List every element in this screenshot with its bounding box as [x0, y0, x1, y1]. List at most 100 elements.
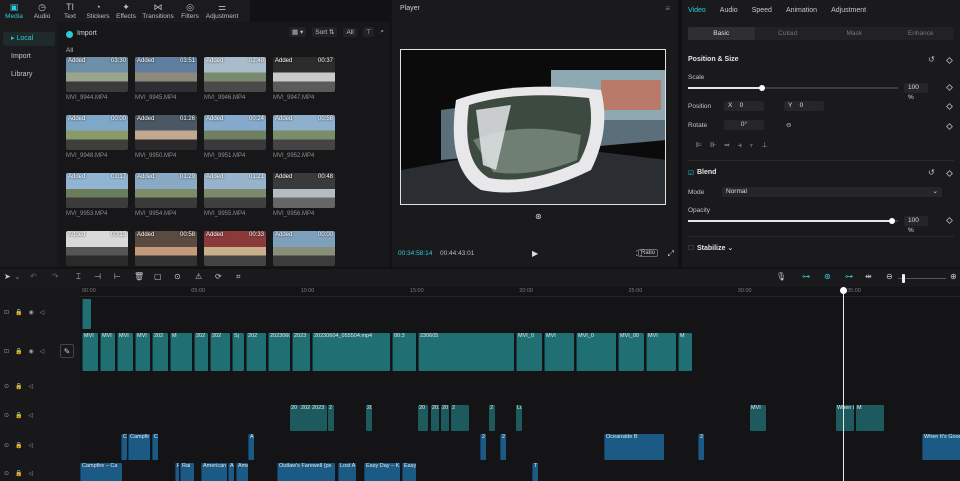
keyframe-icon[interactable]	[945, 56, 954, 65]
zoom-slider[interactable]	[898, 278, 946, 279]
filter-icon[interactable]: ⊤	[362, 27, 375, 37]
audio-clip[interactable]: Campfir	[128, 434, 150, 460]
play-button[interactable]: ▶	[532, 249, 538, 258]
keyframe-icon[interactable]	[945, 169, 954, 178]
lock-icon[interactable]: 🔒	[15, 470, 22, 477]
nav-library[interactable]: Library	[3, 68, 55, 82]
subtab-basic[interactable]: Basic	[688, 27, 755, 40]
zoom-slider-knob[interactable]	[902, 274, 905, 283]
media-thumbnail[interactable]: Added 01:26	[135, 115, 197, 150]
video-clip[interactable]: MVI	[135, 333, 150, 371]
text-clip[interactable]: 2023	[431, 405, 439, 431]
video-clip[interactable]: MVI	[544, 333, 574, 371]
video-clip[interactable]: 20230604_055504.mp4	[312, 333, 390, 371]
media-thumbnail[interactable]: Added 01:29	[135, 173, 197, 208]
import-button[interactable]: Import	[66, 27, 97, 41]
freeze-icon[interactable]: ▢	[154, 272, 162, 281]
media-thumbnail[interactable]: Added 01:21	[204, 173, 266, 208]
lock-icon[interactable]: 🔒	[15, 309, 22, 316]
audio-clip[interactable]: Ame	[236, 463, 248, 481]
cover-button[interactable]: ✎	[60, 344, 74, 358]
link-icon[interactable]: ⊶	[845, 272, 853, 281]
lock-icon[interactable]: 🔒	[15, 442, 22, 449]
video-clip[interactable]: MVI	[82, 333, 98, 371]
search-icon[interactable]: ⌕	[380, 28, 384, 36]
preview-axis-icon[interactable]: ⇹	[865, 272, 872, 281]
lock-icon[interactable]: 🔒	[15, 383, 22, 390]
text-clip[interactable]: 2	[489, 405, 495, 431]
keyframe-icon[interactable]	[945, 122, 954, 131]
zoom-in-icon[interactable]: ⊕	[950, 272, 957, 281]
media-thumbnail[interactable]: Added 00:56	[273, 115, 335, 150]
keyframe-icon[interactable]	[945, 83, 954, 92]
lock-icon[interactable]: 🔒	[15, 412, 22, 419]
audio-clip[interactable]: A	[248, 434, 254, 460]
subtab-mask[interactable]: Mask	[821, 27, 888, 40]
split-left-icon[interactable]: ⊣	[94, 272, 101, 281]
keyframe-icon[interactable]	[945, 216, 954, 225]
eye-icon[interactable]: ◉	[29, 348, 34, 355]
filter-all-button[interactable]: All	[343, 27, 357, 37]
blend-mode-select[interactable]: Normal ⌄	[722, 187, 942, 197]
opacity-input[interactable]: 100 %	[904, 216, 928, 234]
playhead[interactable]	[843, 287, 844, 481]
media-thumbnail[interactable]: Added 00:24	[204, 115, 266, 150]
playhead-handle[interactable]	[840, 287, 847, 294]
overlay-clip[interactable]	[82, 299, 91, 329]
tab-adjustment-props[interactable]: Adjustment	[831, 7, 866, 14]
audio-clip[interactable]: 2	[698, 434, 704, 460]
text-clip[interactable]: Lullab	[516, 405, 522, 431]
tab-speed[interactable]: Speed	[752, 7, 772, 14]
audio-clip[interactable]: Rai	[180, 463, 194, 481]
chevron-down-icon[interactable]: ⌄	[14, 272, 21, 281]
media-thumbnail[interactable]: Added 00:33	[204, 231, 266, 266]
scale-slider-knob[interactable]	[758, 85, 765, 91]
audio-icon[interactable]: ◁	[40, 348, 45, 355]
video-clip[interactable]: 202	[210, 333, 230, 371]
text-clip[interactable]: 20	[418, 405, 428, 431]
subtab-cutout[interactable]: Cutout	[755, 27, 822, 40]
media-thumbnail[interactable]: Added 00:00	[273, 231, 335, 266]
audio-clip[interactable]: Outlaw's Farewell (ps	[277, 463, 335, 481]
video-clip[interactable]: MVI	[646, 333, 676, 371]
main-track-magnet-icon[interactable]: ⊶	[802, 272, 810, 281]
audio-clip[interactable]: Campfire – Ca	[80, 463, 122, 481]
video-clip[interactable]: 230605	[418, 333, 514, 371]
split-icon[interactable]: ⌶	[76, 272, 81, 282]
rotate-handle-icon[interactable]: ⊛	[535, 212, 542, 221]
video-clip[interactable]: M	[170, 333, 192, 371]
rotate-dial-icon[interactable]: ⊖	[786, 121, 791, 129]
video-clip[interactable]: 20230603_194832_1.mp4	[268, 333, 290, 371]
media-thumbnail[interactable]: Added 00:58	[135, 231, 197, 266]
tab-video[interactable]: Video	[688, 7, 706, 14]
rotate-icon[interactable]: ⟳	[215, 272, 222, 281]
reset-icon[interactable]: ↺	[928, 168, 935, 177]
tab-filters[interactable]: ◎ Filters	[176, 0, 204, 22]
audio-clip[interactable]: C	[121, 434, 127, 460]
audio-icon[interactable]: ◁	[29, 470, 34, 477]
audio-clip[interactable]: American	[201, 463, 227, 481]
video-clip[interactable]: MVI	[117, 333, 133, 371]
text-clip[interactable]: 2	[328, 405, 334, 431]
text-clip[interactable]: 2	[451, 405, 469, 431]
media-thumbnail[interactable]: Added 02:48	[204, 57, 266, 92]
snap-icon[interactable]: ⊛	[824, 272, 831, 281]
media-thumbnail[interactable]: Added 00:48	[273, 173, 335, 208]
keyframe-icon[interactable]	[945, 102, 954, 111]
rotate-input[interactable]: 0°	[724, 120, 764, 130]
video-clip[interactable]: MVI_0	[516, 333, 542, 371]
crop-icon[interactable]: ⌗	[236, 272, 241, 282]
lock-icon[interactable]: 🔒	[15, 348, 22, 355]
eye-icon[interactable]: ◉	[29, 309, 34, 316]
text-clip[interactable]: 20	[441, 405, 449, 431]
text-clip[interactable]: When It's	[836, 405, 854, 431]
text-clip[interactable]: 20	[366, 405, 372, 431]
video-clip[interactable]: 202	[194, 333, 208, 371]
video-clip[interactable]: 00:3	[392, 333, 416, 371]
mic-icon[interactable]: 🎙	[776, 272, 786, 281]
video-clip[interactable]: MVI	[100, 333, 115, 371]
position-y-input[interactable]: Y 0	[784, 101, 824, 111]
video-clip[interactable]: Sj	[232, 333, 244, 371]
sort-button[interactable]: Sort ⇅	[312, 27, 338, 37]
video-clip[interactable]: 202	[152, 333, 168, 371]
